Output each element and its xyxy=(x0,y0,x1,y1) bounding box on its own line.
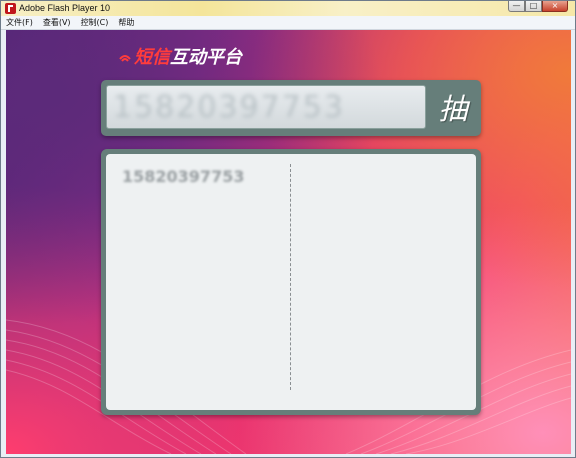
flash-player-window: Adobe Flash Player 10 — □ × 文件(F) 查看(V) … xyxy=(0,0,576,458)
menu-bar: 文件(F) 查看(V) 控制(C) 帮助 xyxy=(1,16,575,30)
phone-number-text: 15820397753 xyxy=(113,90,345,125)
title-bar[interactable]: Adobe Flash Player 10 — □ × xyxy=(1,1,575,16)
draw-button-label: 抽 xyxy=(438,92,468,126)
menu-file[interactable]: 文件(F) xyxy=(1,16,38,29)
column-divider xyxy=(290,164,291,390)
minimize-button[interactable]: — xyxy=(508,1,525,12)
result-list: 15820397753 xyxy=(106,154,476,410)
close-button[interactable]: × xyxy=(542,1,568,12)
platform-logo: 短信 互动平台 xyxy=(118,43,242,69)
list-item: 15820397753 xyxy=(122,167,245,186)
maximize-button[interactable]: □ xyxy=(525,1,542,12)
menu-help[interactable]: 帮助 xyxy=(113,16,139,29)
draw-button[interactable]: 抽 xyxy=(431,85,475,129)
phone-number-display: 15820397753 xyxy=(106,85,426,129)
flash-stage: 短信 互动平台 15820397753 抽 15820397753 xyxy=(6,30,571,454)
window-title: Adobe Flash Player 10 xyxy=(19,3,111,13)
flash-app-icon xyxy=(5,3,16,14)
menu-control[interactable]: 控制(C) xyxy=(76,16,114,29)
menu-view[interactable]: 查看(V) xyxy=(38,16,76,29)
logo-text-red: 短信 xyxy=(134,47,170,68)
signal-wave-icon xyxy=(119,55,131,62)
logo-text-white: 互动平台 xyxy=(170,47,242,68)
phone-input-panel: 15820397753 抽 xyxy=(101,80,481,136)
window-controls: — □ × xyxy=(508,1,568,13)
result-list-panel: 15820397753 xyxy=(101,149,481,415)
